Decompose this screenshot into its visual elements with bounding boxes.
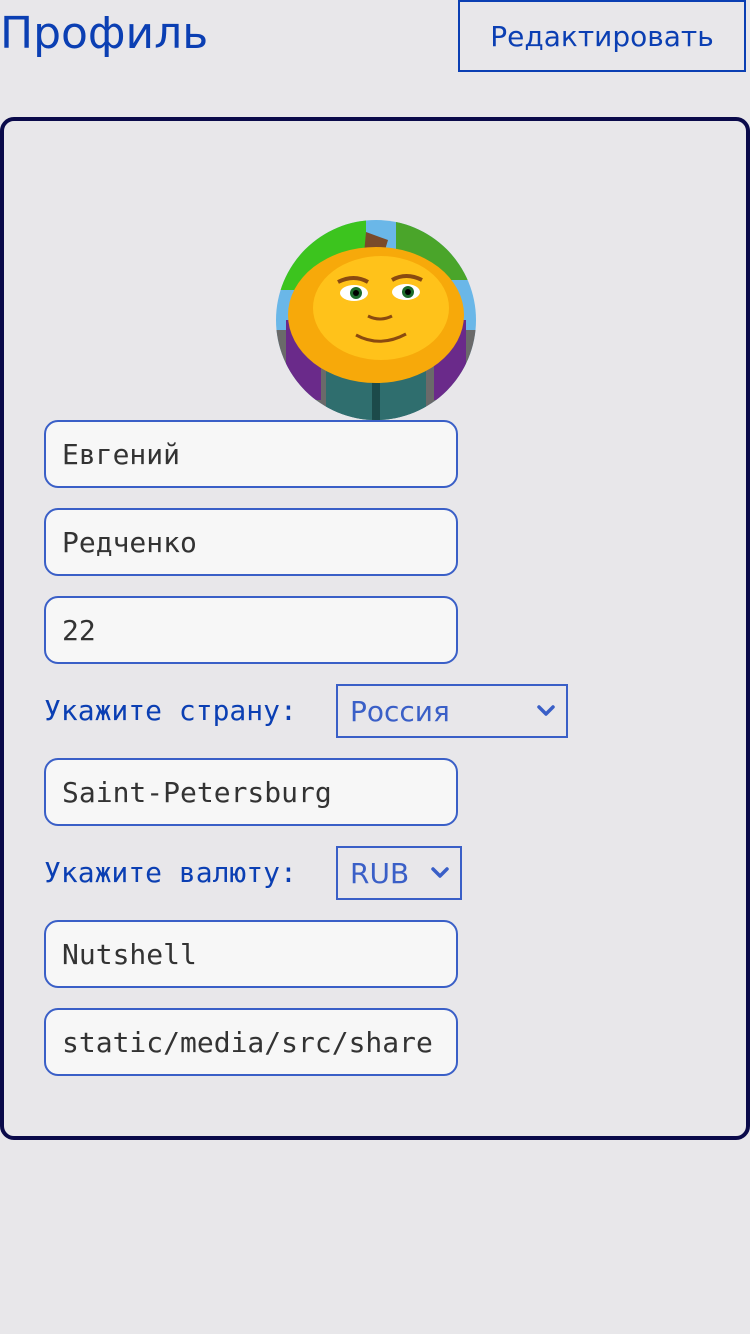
currency-label: Укажите валюту: <box>44 856 297 889</box>
currency-select-value: RUB <box>350 856 410 890</box>
age-field[interactable] <box>44 596 458 664</box>
country-label: Укажите страну: <box>44 694 297 727</box>
page-title: Профиль <box>0 8 209 59</box>
avatar-path-field[interactable] <box>44 1008 458 1076</box>
currency-select[interactable]: RUB <box>336 846 462 900</box>
chevron-down-icon <box>431 867 449 878</box>
username-field[interactable] <box>44 920 458 988</box>
last-name-field[interactable] <box>44 508 458 576</box>
country-select[interactable]: Россия <box>336 684 568 738</box>
avatar-image <box>276 220 476 420</box>
first-name-field[interactable] <box>44 420 458 488</box>
edit-button[interactable]: Редактировать <box>458 0 746 72</box>
chevron-down-icon <box>537 705 555 716</box>
avatar <box>276 220 476 420</box>
city-field[interactable] <box>44 758 458 826</box>
country-select-value: Россия <box>350 694 450 728</box>
